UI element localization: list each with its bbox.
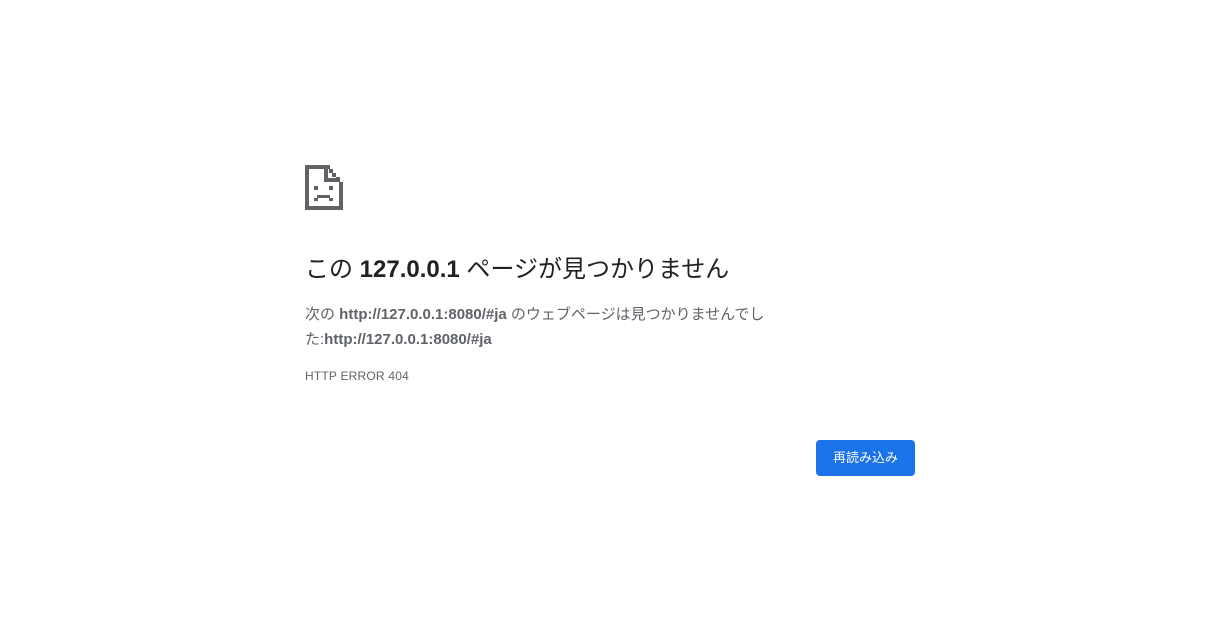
title-suffix: ページが見つかりません [459, 256, 730, 283]
title-host: 127.0.0.1 [359, 256, 460, 283]
sad-page-icon [305, 165, 343, 210]
reload-button[interactable]: 再読み込み [816, 440, 915, 476]
title-prefix: この [305, 256, 360, 283]
description-prefix: 次の [305, 306, 340, 323]
description-url: http://127.0.0.1:8080/#ja [339, 306, 507, 323]
page-title: この 127.0.0.1 ページが見つかりません [305, 252, 729, 288]
error-page: この 127.0.0.1 ページが見つかりません 次の http://127.0… [0, 0, 1220, 640]
error-code: HTTP ERROR 404 [305, 369, 409, 383]
error-description: 次の http://127.0.0.1:8080/#ja のウェブページは見つか… [305, 303, 795, 352]
description-url-2: http://127.0.0.1:8080/#ja [324, 330, 492, 348]
